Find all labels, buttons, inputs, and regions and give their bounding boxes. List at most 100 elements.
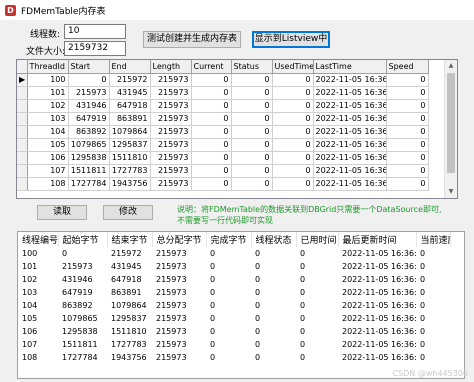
db-grid-cell[interactable]: 647918: [109, 99, 151, 113]
db-grid-cell[interactable]: 0: [191, 125, 232, 139]
db-grid-cell[interactable]: 0: [386, 177, 429, 191]
db-grid-cell[interactable]: 0: [231, 86, 273, 100]
db-grid-cell[interactable]: 215973: [150, 112, 192, 126]
scroll-down-icon[interactable]: ▼: [445, 186, 457, 198]
list-view-column-header[interactable]: 总分配字节: [152, 232, 207, 247]
filesize-input[interactable]: 2159732: [64, 41, 126, 56]
db-grid-cell[interactable]: 215973: [150, 151, 192, 165]
list-view-row[interactable]: 102 431946 647918 215973 0 0 0 2022-11-05 16:36…: [18, 273, 450, 286]
db-grid-row[interactable]: 1012159734319452159730002022-11-05 16:36…: [17, 86, 429, 100]
db-grid-cell[interactable]: 0: [386, 125, 429, 139]
scroll-thumb[interactable]: [447, 73, 455, 173]
db-grid-cell[interactable]: 0: [386, 99, 429, 113]
read-button[interactable]: 读取: [37, 205, 87, 220]
db-grid-row[interactable]: 104 863892 1079864 215973 0 0 0 2022-11-05 16:3…: [17, 125, 429, 139]
list-view-row[interactable]: 107 1511811 1727783 215973 0 0 0 2022-11-05 16:…: [18, 338, 450, 351]
db-grid-column-header[interactable]: Length: [150, 60, 192, 74]
db-grid-row[interactable]: 106 1295838 1511810 215973 0 0 0 2022-11-05 16:…: [17, 151, 429, 165]
create-memtable-button[interactable]: 测试创建并生成内存表: [143, 31, 241, 48]
list-view-column-header[interactable]: 已用时间: [296, 232, 339, 247]
db-grid-column-header[interactable]: UsedTime: [272, 60, 314, 74]
db-grid-column-header[interactable]: Start: [68, 60, 110, 74]
db-grid-cell[interactable]: 0: [272, 138, 314, 152]
db-grid-cell[interactable]: 0: [386, 164, 429, 178]
db-grid-cell[interactable]: 0: [191, 164, 232, 178]
list-view-column-header[interactable]: 线程状态: [251, 232, 297, 247]
db-grid-scrollbar[interactable]: ▲ ▼: [444, 60, 457, 198]
db-grid-column-header[interactable]: LastTime: [313, 60, 387, 74]
db-grid-cell[interactable]: 215973: [150, 177, 192, 191]
db-grid-cell[interactable]: 0: [272, 86, 314, 100]
list-view-column-header[interactable]: 完成字节: [206, 232, 252, 247]
db-grid-column-header[interactable]: Status: [231, 60, 273, 74]
show-listview-button[interactable]: 显示到Listview中: [252, 31, 330, 48]
db-grid-cell[interactable]: 2022-11-05 16:36:01: [313, 86, 387, 100]
db-grid-cell[interactable]: 0: [191, 138, 232, 152]
db-grid-cell[interactable]: 2022-11-05 16:36:01: [313, 151, 387, 165]
db-grid-column-header[interactable]: ThreadId: [27, 60, 69, 74]
list-view-row[interactable]: 100 0 215972 215973 0 0 0 2022-11-05 16:36:01 0: [18, 247, 450, 260]
db-grid-cell[interactable]: 0: [68, 73, 110, 87]
db-grid-row[interactable]: 108 1727784 1943756 215973 0 0 0 2022-11-05 16:…: [17, 177, 429, 191]
db-grid-cell[interactable]: 431945: [109, 86, 151, 100]
list-view-column-header[interactable]: 线程编号: [18, 232, 59, 247]
db-grid-cell[interactable]: 2022-11-05 16:36:01: [313, 73, 387, 87]
db-grid-cell[interactable]: 431946: [68, 99, 110, 113]
db-grid-cell[interactable]: 102: [27, 99, 69, 113]
db-grid-cell[interactable]: 0: [231, 112, 273, 126]
db-grid-cell[interactable]: 2022-11-05 16:36:01: [313, 164, 387, 178]
db-grid-cell[interactable]: 215973: [150, 86, 192, 100]
db-grid-cell[interactable]: 0: [386, 73, 429, 87]
db-grid-column-header[interactable]: Speed: [386, 60, 429, 74]
db-grid-cell[interactable]: 2022-11-05 16:36:01: [313, 112, 387, 126]
db-grid-cell[interactable]: 1079864: [109, 125, 151, 139]
db-grid-cell[interactable]: 105: [27, 138, 69, 152]
db-grid-cell[interactable]: 1295837: [109, 138, 151, 152]
db-grid-cell[interactable]: 0: [231, 73, 273, 87]
list-view[interactable]: 线程编号 起始字节 结束字节 总分配字节 完成字节 线程状态 已用时间 最后更新…: [17, 231, 465, 379]
db-grid-cell[interactable]: 2022-11-05 16:36:01: [313, 177, 387, 191]
db-grid-cell[interactable]: 215973: [150, 138, 192, 152]
list-view-row[interactable]: 101 215973 431945 215973 0 0 0 2022-11-05 16:36…: [18, 260, 450, 273]
db-grid-cell[interactable]: 108: [27, 177, 69, 191]
db-grid-cell[interactable]: 103: [27, 112, 69, 126]
db-grid-cell[interactable]: 104: [27, 125, 69, 139]
db-grid-cell[interactable]: 1295838: [68, 151, 110, 165]
list-view-row[interactable]: 103 647919 863891 215973 0 0 0 2022-11-05 16:36…: [18, 286, 450, 299]
list-view-column-header[interactable]: 结束字节: [107, 232, 153, 247]
db-grid-cell[interactable]: 0: [272, 125, 314, 139]
db-grid-cell[interactable]: 0: [231, 138, 273, 152]
list-view-column-header[interactable]: 最后更新时间: [338, 232, 417, 247]
db-grid-cell[interactable]: 101: [27, 86, 69, 100]
db-grid-row[interactable]: 1024319466479182159730002022-11-05 16:36…: [17, 99, 429, 113]
db-grid-cell[interactable]: 215973: [150, 164, 192, 178]
list-view-row[interactable]: 105 1079865 1295837 215973 0 0 0 2022-11-05 16:…: [18, 312, 450, 325]
db-grid-row[interactable]: 105 1079865 1295837 215973 0 0 0 2022-11-05 16:…: [17, 138, 429, 152]
db-grid-cell[interactable]: 215972: [109, 73, 151, 87]
db-grid-cell[interactable]: 0: [191, 99, 232, 113]
db-grid-cell[interactable]: 0: [272, 151, 314, 165]
db-grid-row[interactable]: 107 1511811 1727783 215973 0 0 0 2022-11-05 16:…: [17, 164, 429, 178]
db-grid-cell[interactable]: 0: [386, 112, 429, 126]
db-grid-cell[interactable]: 0: [231, 125, 273, 139]
db-grid-cell[interactable]: 0: [272, 73, 314, 87]
list-view-column-header[interactable]: 起始字节: [58, 232, 108, 247]
db-grid-cell[interactable]: 0: [191, 177, 232, 191]
db-grid-cell[interactable]: 215973: [150, 73, 192, 87]
db-grid-column-header[interactable]: Current: [191, 60, 232, 74]
db-grid-cell[interactable]: 215973: [150, 125, 192, 139]
list-view-row[interactable]: 108 1727784 1943756 215973 0 0 0 2022-11-05 16:…: [18, 351, 450, 364]
db-grid[interactable]: ThreadId Start End Length Current Status…: [16, 59, 458, 199]
list-view-row[interactable]: 106 1295838 1511810 215973 0 0 0 2022-11-05 16:…: [18, 325, 450, 338]
db-grid-cell[interactable]: 2022-11-05 16:36:01: [313, 138, 387, 152]
db-grid-cell[interactable]: 1511811: [68, 164, 110, 178]
db-grid-cell[interactable]: 2022-11-05 16:36:01: [313, 125, 387, 139]
db-grid-cell[interactable]: 215973: [150, 99, 192, 113]
db-grid-cell[interactable]: 0: [386, 151, 429, 165]
db-grid-cell[interactable]: 0: [386, 138, 429, 152]
db-grid-cell[interactable]: 1511810: [109, 151, 151, 165]
db-grid-cell[interactable]: 1727784: [68, 177, 110, 191]
db-grid-cell[interactable]: 0: [191, 112, 232, 126]
db-grid-cell[interactable]: 647919: [68, 112, 110, 126]
db-grid-cell[interactable]: 863891: [109, 112, 151, 126]
